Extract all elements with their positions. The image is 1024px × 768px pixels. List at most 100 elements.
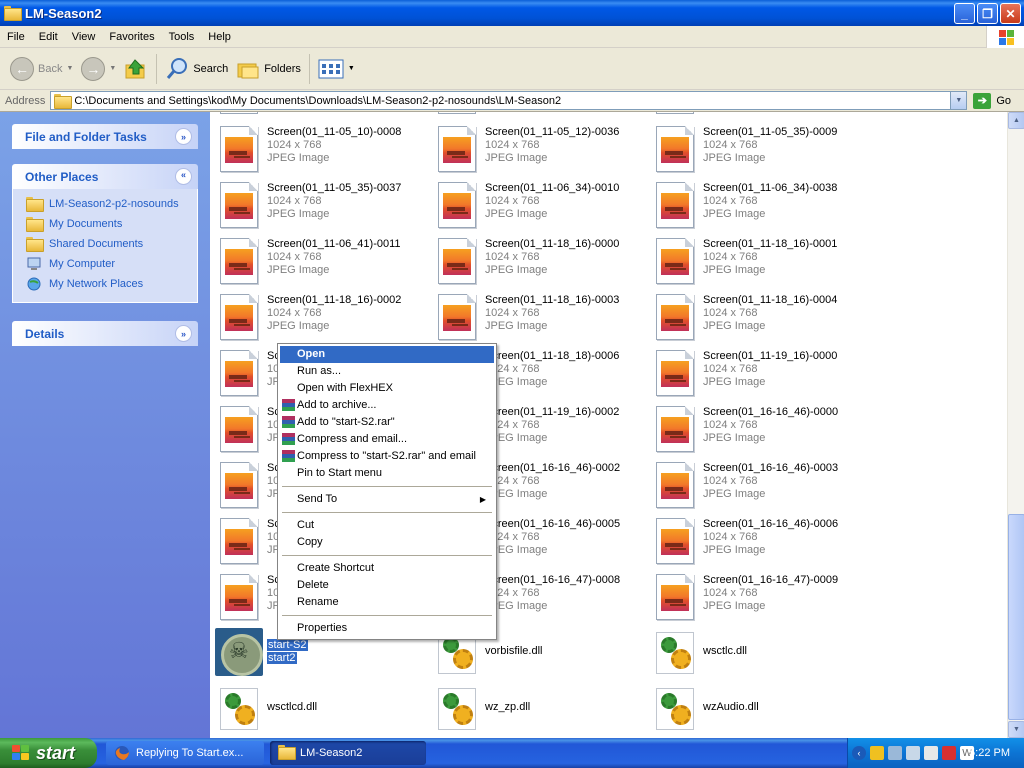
forward-arrow-icon: → xyxy=(81,56,106,81)
vertical-scrollbar[interactable]: ▲ ▼ xyxy=(1007,112,1024,738)
chevron-down-icon[interactable]: » xyxy=(175,128,192,145)
file-item[interactable]: Screen(01_11-18_16)-0004 1024 x 768 JPEG… xyxy=(646,290,856,342)
search-button[interactable]: Search xyxy=(161,52,232,86)
file-item[interactable]: Screen(01_11-19_16)-0000 1024 x 768 JPEG… xyxy=(646,346,856,398)
file-item[interactable]: Screen(01_11-05_35)-0037 1024 x 768 JPEG… xyxy=(210,178,420,230)
file-item[interactable]: Screen(01_16-16_46)-0000 1024 x 768 JPEG… xyxy=(646,402,856,454)
taskbar: start Replying To Start.ex... LM-Season2… xyxy=(0,738,1024,768)
dll-gear-icon xyxy=(656,632,696,680)
menu-item-delete[interactable]: Delete xyxy=(280,577,494,594)
tray-expand-icon[interactable]: ‹ xyxy=(852,746,866,760)
file-item[interactable]: Screen(01_11-18_16)-0000 1024 x 768 JPEG… xyxy=(428,234,638,286)
file-item[interactable]: wsctlcd.dll xyxy=(210,684,420,736)
back-arrow-icon: ← xyxy=(10,56,34,81)
menu-item-compress-email[interactable]: Compress and email... xyxy=(280,431,494,448)
jpeg-image-icon xyxy=(220,406,260,454)
file-item[interactable]: Screen(01_11-18_16)-0003 1024 x 768 JPEG… xyxy=(428,290,638,342)
firefox-icon xyxy=(114,745,130,761)
go-arrow-icon: ➔ xyxy=(973,92,992,109)
security-shield-icon[interactable] xyxy=(870,746,884,760)
file-item[interactable]: Screen(01_11-18_16)-0001 1024 x 768 JPEG… xyxy=(646,234,856,286)
place-link-my-computer[interactable]: My Computer xyxy=(26,254,197,274)
file-item[interactable]: Screen(01_11-06_34)-0010 1024 x 768 JPEG… xyxy=(428,178,638,230)
place-link-my-network-places[interactable]: My Network Places xyxy=(26,274,197,294)
file-item[interactable]: Screen(01_11-18_16)-0002 1024 x 768 JPEG… xyxy=(210,290,420,342)
folders-button[interactable]: Folders xyxy=(232,52,305,86)
file-item[interactable]: Screen(01_16-16_46)-0003 1024 x 768 JPEG… xyxy=(646,458,856,510)
file-item[interactable]: Screen(01_11-05_12)-0036 1024 x 768 JPEG… xyxy=(428,122,638,174)
menu-help[interactable]: Help xyxy=(201,31,238,43)
dll-gear-icon xyxy=(438,688,478,736)
maximize-button[interactable]: ❐ xyxy=(977,3,998,24)
up-folder-icon xyxy=(125,58,145,78)
jpeg-image-icon xyxy=(656,350,696,398)
menu-item-add-to-archive[interactable]: Add to archive... xyxy=(280,397,494,414)
file-item[interactable]: Screen(01_16-16_47)-0009 1024 x 768 JPEG… xyxy=(646,570,856,622)
menu-tools[interactable]: Tools xyxy=(162,31,202,43)
go-button[interactable]: ➔ Go xyxy=(973,92,1011,109)
menu-item-open[interactable]: Open xyxy=(280,346,494,363)
up-folder-button[interactable] xyxy=(120,52,152,86)
menu-item-properties[interactable]: Properties xyxy=(280,620,494,637)
folder-icon xyxy=(54,94,73,109)
file-item[interactable]: Screen(01_11-06_41)-0011 1024 x 768 JPEG… xyxy=(210,234,420,286)
winrar-icon xyxy=(282,450,295,463)
display-icon[interactable] xyxy=(906,746,920,760)
place-link-lm-season2-p2[interactable]: LM-Season2-p2-nosounds xyxy=(26,194,197,214)
menu-item-open-flexhex[interactable]: Open with FlexHEX xyxy=(280,380,494,397)
place-link-my-documents[interactable]: My Documents xyxy=(26,214,197,234)
file-item[interactable]: wz_zp.dll xyxy=(428,684,638,736)
jpeg-image-icon xyxy=(438,182,478,230)
file-item[interactable]: wsctlc.dll xyxy=(646,628,856,680)
forward-button[interactable]: → ▼ xyxy=(77,52,120,86)
other-places-header[interactable]: Other Places » xyxy=(12,164,198,189)
views-button[interactable]: ▼ xyxy=(314,52,359,86)
menu-edit[interactable]: Edit xyxy=(32,31,65,43)
menu-item-rename[interactable]: Rename xyxy=(280,594,494,611)
menu-file[interactable]: File xyxy=(0,31,32,43)
file-item[interactable]: Screen(01_11-05_10)-0008 1024 x 768 JPEG… xyxy=(210,122,420,174)
file-item[interactable]: Screen(01_11-05_35)-0009 1024 x 768 JPEG… xyxy=(646,122,856,174)
folder-icon xyxy=(26,197,44,212)
menu-item-cut[interactable]: Cut xyxy=(280,517,494,534)
start-button[interactable]: start xyxy=(0,738,97,768)
jpeg-image-icon xyxy=(220,294,260,342)
menu-item-create-shortcut[interactable]: Create Shortcut xyxy=(280,560,494,577)
place-link-shared-documents[interactable]: Shared Documents xyxy=(26,234,197,254)
back-button[interactable]: ← Back ▼ xyxy=(6,52,77,86)
taskbar-button-explorer[interactable]: LM-Season2 xyxy=(270,741,426,765)
menu-item-pin-start[interactable]: Pin to Start menu xyxy=(280,465,494,482)
scroll-down-button[interactable]: ▼ xyxy=(1008,721,1024,738)
address-input[interactable]: C:\Documents and Settings\kod\My Documen… xyxy=(50,91,968,110)
menu-item-add-to-rar[interactable]: Add to "start-S2.rar" xyxy=(280,414,494,431)
network-icon[interactable] xyxy=(888,746,902,760)
file-item[interactable]: wzAudio.dll xyxy=(646,684,856,736)
file-item[interactable]: Screen(01_16-16_46)-0006 1024 x 768 JPEG… xyxy=(646,514,856,566)
scrollbar-thumb[interactable] xyxy=(1008,514,1024,720)
minimize-button[interactable]: _ xyxy=(954,3,975,24)
menu-item-send-to[interactable]: Send To ▶ xyxy=(280,491,494,508)
clock[interactable]: 5:22 PM xyxy=(969,747,1010,759)
menu-item-compress-rar-email[interactable]: Compress to "start-S2.rar" and email xyxy=(280,448,494,465)
antivirus-icon[interactable] xyxy=(942,746,956,760)
details-header[interactable]: Details » xyxy=(12,321,198,346)
menu-item-copy[interactable]: Copy xyxy=(280,534,494,551)
title-bar[interactable]: LM-Season2 _ ❐ ✕ xyxy=(0,0,1024,26)
address-dropdown-button[interactable]: ▼ xyxy=(950,92,967,109)
menu-item-run-as[interactable]: Run as... xyxy=(280,363,494,380)
file-item[interactable]: Screen(01_11-06_34)-0038 1024 x 768 JPEG… xyxy=(646,178,856,230)
computer-icon xyxy=(26,257,42,271)
file-folder-tasks-header[interactable]: File and Folder Tasks » xyxy=(12,124,198,149)
menu-favorites[interactable]: Favorites xyxy=(102,31,161,43)
menu-view[interactable]: View xyxy=(65,31,103,43)
close-button[interactable]: ✕ xyxy=(1000,3,1021,24)
context-menu: Open Run as... Open with FlexHEX Add to … xyxy=(277,343,497,640)
speaker-icon[interactable] xyxy=(924,746,938,760)
chevron-down-icon[interactable]: » xyxy=(175,325,192,342)
chevron-up-icon[interactable]: » xyxy=(175,168,192,185)
address-bar: Address C:\Documents and Settings\kod\My… xyxy=(0,90,1024,112)
taskbar-button-firefox[interactable]: Replying To Start.ex... xyxy=(106,741,264,765)
jpeg-image-icon xyxy=(656,574,696,622)
jpeg-image-icon xyxy=(656,126,696,174)
scroll-up-button[interactable]: ▲ xyxy=(1008,112,1024,129)
